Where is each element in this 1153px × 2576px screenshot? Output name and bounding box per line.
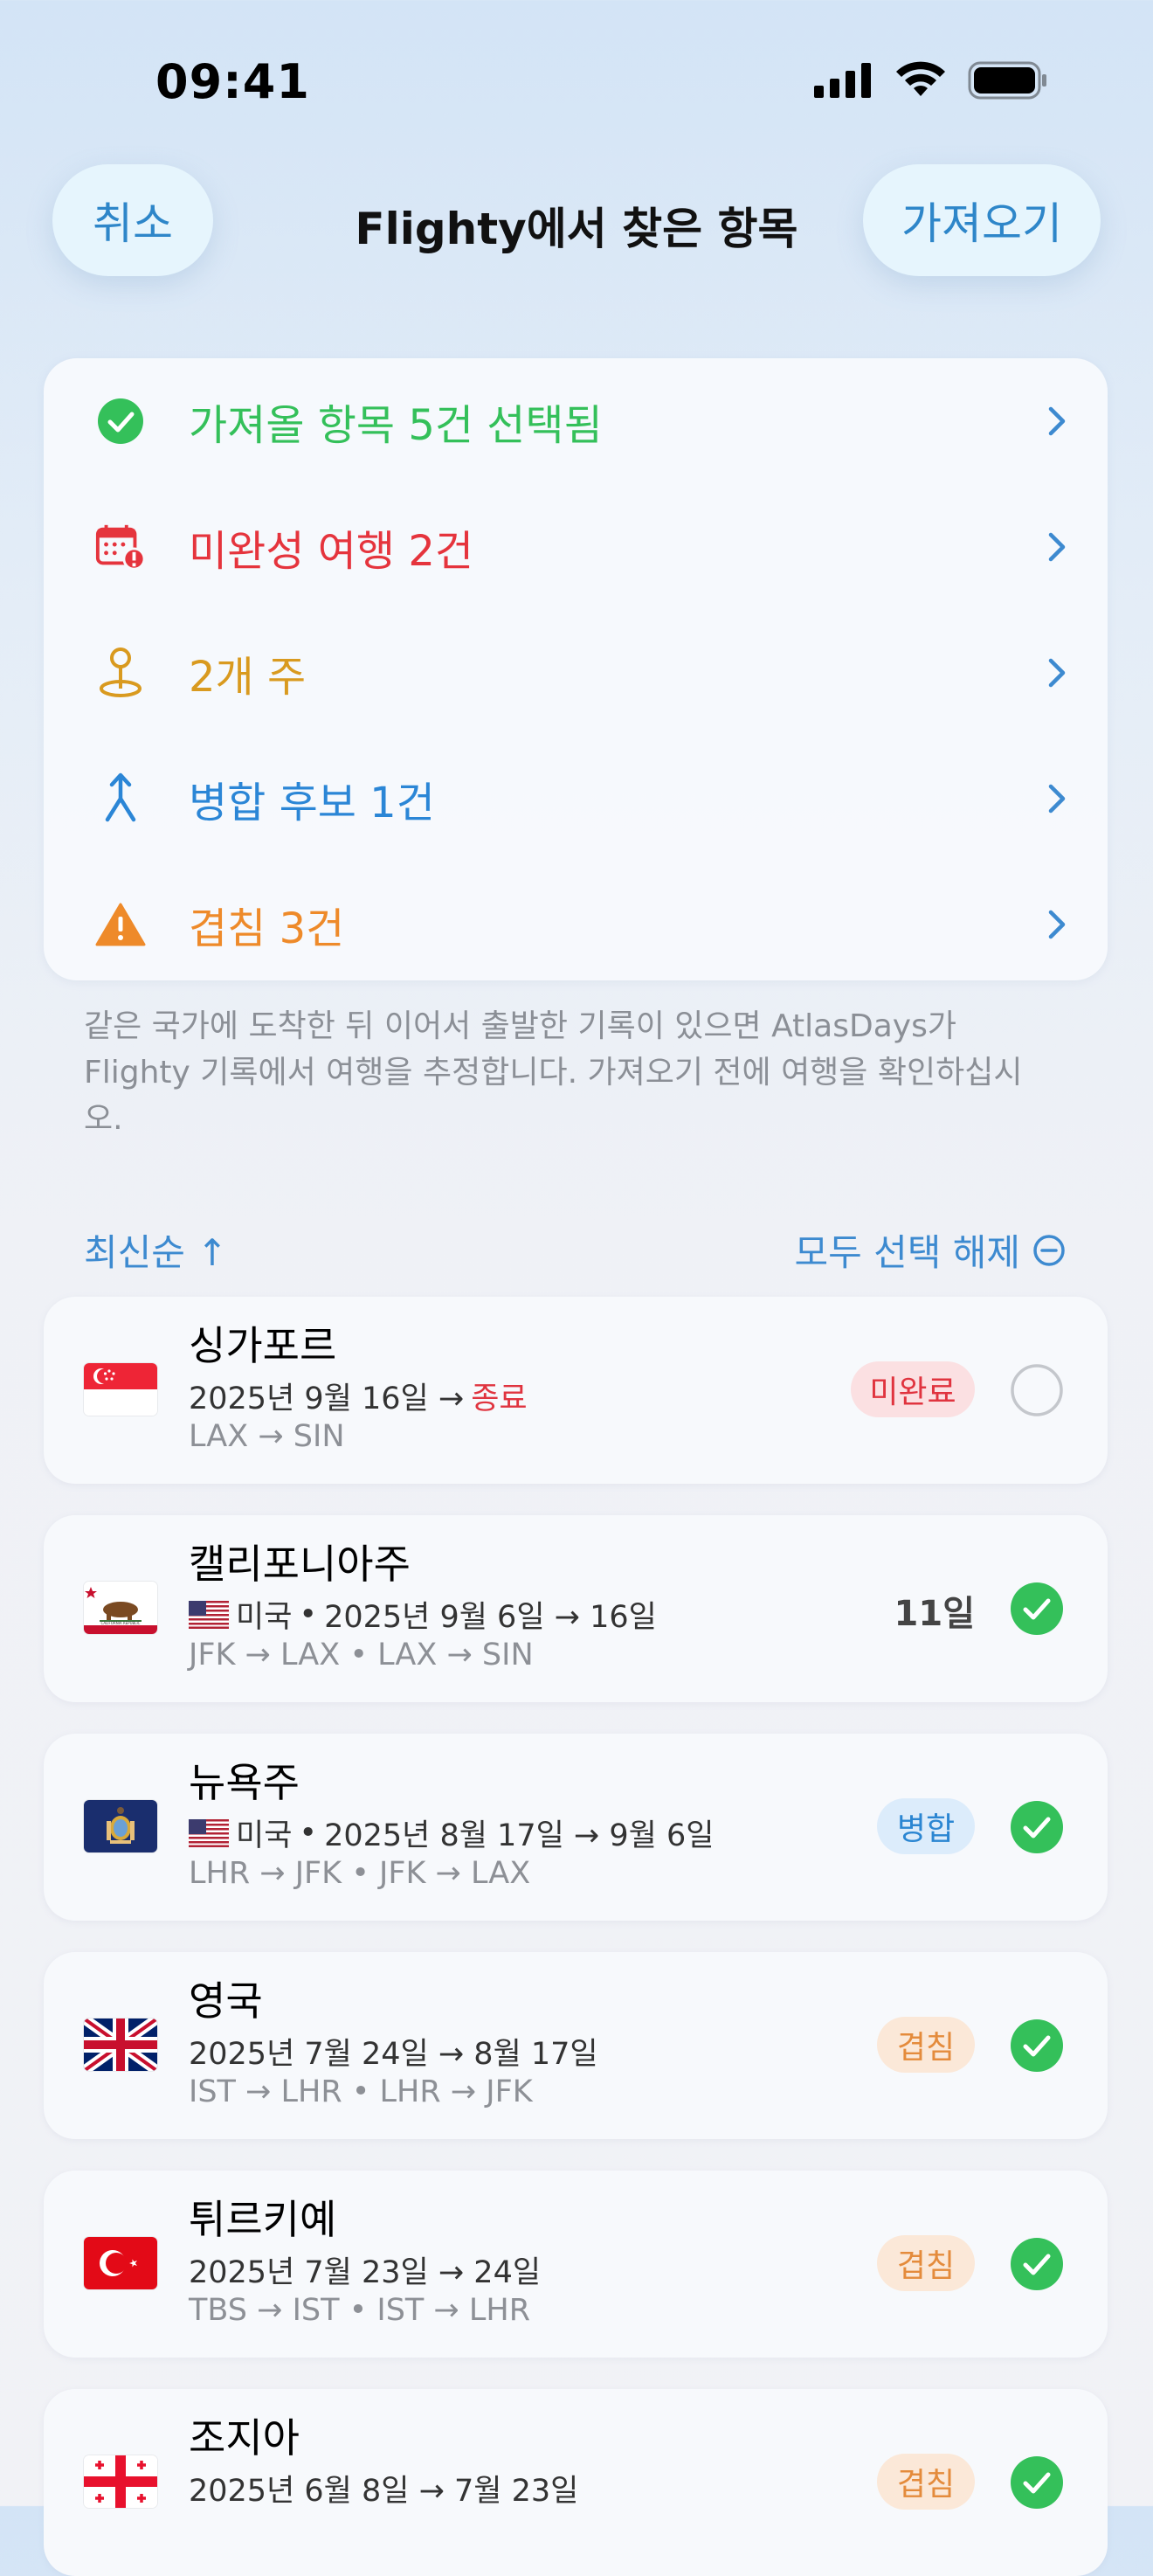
battery-icon <box>968 61 1046 100</box>
trip-title: 튀르키예 <box>189 2196 337 2243</box>
summary-row-incomplete[interactable]: 미완성 여행 2건 <box>44 484 1108 610</box>
california-flag-icon: CALIFORNIA REPUBLIC <box>84 1582 157 1634</box>
trip-card[interactable]: 영국 2025년 7월 24일 → 8월 17일 IST → LHR • LHR… <box>44 1952 1108 2139</box>
status-badge: 미완료 <box>851 1361 975 1417</box>
trip-card[interactable]: 조지아 2025년 6월 8일 → 7월 23일 겹침 <box>44 2389 1108 2576</box>
us-flag-icon <box>189 1600 229 1629</box>
trip-card[interactable]: CALIFORNIA REPUBLIC 캘리포니아주 미국 • 2025년 9월… <box>44 1515 1108 1702</box>
status-icons <box>812 61 1048 100</box>
trip-date-range: 2025년 7월 23일 → 24일 <box>189 2255 542 2290</box>
summary-card: 가져올 항목 5건 선택됨 미완성 여행 2건 2개 주 병합 후보 1건 겹침… <box>44 358 1108 980</box>
trip-dates: 2025년 9월 16일 → 종료 <box>189 1374 528 1418</box>
summary-label: 가져올 항목 5건 선택됨 <box>189 401 603 450</box>
unselected-circle-icon[interactable] <box>1010 1363 1064 1417</box>
wifi-icon <box>896 61 945 96</box>
trip-country: 미국 <box>236 1818 293 1853</box>
calendar-alert-icon <box>94 521 147 573</box>
trip-date-start: 2025년 9월 16일 → <box>189 1381 465 1416</box>
summary-label: 미완성 여행 2건 <box>189 527 474 576</box>
turkey-flag-icon <box>84 2237 157 2289</box>
sort-order-button[interactable]: 최신순 ↑ <box>84 1223 227 1277</box>
chevron-right-icon <box>1048 910 1066 939</box>
trip-date-range: 2025년 8월 17일 → 9월 6일 <box>324 1818 715 1853</box>
summary-label: 겹침 3건 <box>189 904 345 953</box>
cellular-signal-icon <box>814 63 871 98</box>
singapore-flag-icon <box>84 1363 157 1416</box>
trip-title: 뉴욕주 <box>189 1759 300 1806</box>
summary-row-states[interactable]: 2개 주 <box>44 610 1108 736</box>
deselect-all-label: 모두 선택 해제 <box>794 1231 1020 1274</box>
import-button[interactable]: 가져오기 <box>863 164 1101 276</box>
trip-dates: 미국 • 2025년 8월 17일 → 9월 6일 <box>189 1811 714 1855</box>
trip-route: LHR → JFK • JFK → LAX <box>189 1856 531 1891</box>
trip-date-end: 종료 <box>471 1381 528 1416</box>
warning-triangle-icon <box>94 898 147 951</box>
minus-circle-icon <box>1033 1234 1065 1266</box>
trip-date-range: 2025년 9월 6일 → 16일 <box>324 1600 657 1635</box>
svg-text:CALIFORNIA REPUBLIC: CALIFORNIA REPUBLIC <box>101 1621 141 1625</box>
checkmark-circle-icon[interactable] <box>1010 1800 1064 1854</box>
trip-route: IST → LHR • LHR → JFK <box>189 2074 533 2109</box>
status-badge: 겹침 <box>877 2454 975 2510</box>
georgia-flag-icon <box>84 2455 157 2508</box>
trip-route: TBS → IST • IST → LHR <box>189 2293 531 2328</box>
checkmark-circle-icon[interactable] <box>1010 2237 1064 2291</box>
trip-title: 영국 <box>189 1977 263 2025</box>
trip-date-range: 2025년 7월 24일 → 8월 17일 <box>189 2037 598 2072</box>
trip-country: 미국 <box>236 1600 293 1635</box>
summary-label: 병합 후보 1건 <box>189 779 435 828</box>
checkmark-circle-icon[interactable] <box>1010 2019 1064 2073</box>
chevron-right-icon <box>1048 658 1066 688</box>
location-pin-icon <box>94 647 147 699</box>
trip-date-range: 2025년 6월 8일 → 7월 23일 <box>189 2474 579 2509</box>
new-york-flag-icon <box>84 1800 157 1852</box>
trip-route: JFK → LAX • LAX → SIN <box>189 1638 534 1672</box>
status-badge: 겹침 <box>877 2017 975 2073</box>
trip-dates: 미국 • 2025년 9월 6일 → 16일 <box>189 1592 657 1637</box>
summary-row-merge[interactable]: 병합 후보 1건 <box>44 736 1108 862</box>
trip-title: 캘리포니아주 <box>189 1541 411 1588</box>
uk-flag-icon <box>84 2019 157 2071</box>
summary-row-selected[interactable]: 가져올 항목 5건 선택됨 <box>44 358 1108 484</box>
trip-route: LAX → SIN <box>189 1419 345 1454</box>
separator-dot: • <box>299 1815 318 1851</box>
trip-title: 조지아 <box>189 2414 300 2462</box>
separator-dot: • <box>299 1596 318 1632</box>
us-flag-icon <box>189 1818 229 1847</box>
checkmark-circle-icon <box>94 395 147 447</box>
checkmark-circle-icon[interactable] <box>1010 2455 1064 2510</box>
status-badge: 병합 <box>877 1798 975 1854</box>
trip-card[interactable]: 튀르키예 2025년 7월 23일 → 24일 TBS → IST • IST … <box>44 2171 1108 2358</box>
summary-row-overlap[interactable]: 겹침 3건 <box>44 862 1108 987</box>
info-note: 같은 국가에 도착한 뒤 이어서 출발한 기록이 있으면 AtlasDays가 … <box>84 1008 1023 1137</box>
trip-card[interactable]: 뉴욕주 미국 • 2025년 8월 17일 → 9월 6일 LHR → JFK … <box>44 1734 1108 1921</box>
trip-title: 싱가포르 <box>189 1322 337 1369</box>
chevron-right-icon <box>1048 532 1066 562</box>
deselect-all-button[interactable]: 모두 선택 해제 <box>794 1223 1066 1277</box>
trip-days: 11일 <box>894 1594 975 1634</box>
summary-label: 2개 주 <box>189 653 307 702</box>
status-badge: 겹침 <box>877 2235 975 2291</box>
chevron-right-icon <box>1048 406 1066 436</box>
checkmark-circle-icon[interactable] <box>1010 1582 1064 1636</box>
chevron-right-icon <box>1048 784 1066 814</box>
trip-card[interactable]: 싱가포르 2025년 9월 16일 → 종료 LAX → SIN 미완료 <box>44 1297 1108 1484</box>
merge-arrow-icon <box>94 772 147 825</box>
status-time: 09:41 <box>155 54 310 109</box>
